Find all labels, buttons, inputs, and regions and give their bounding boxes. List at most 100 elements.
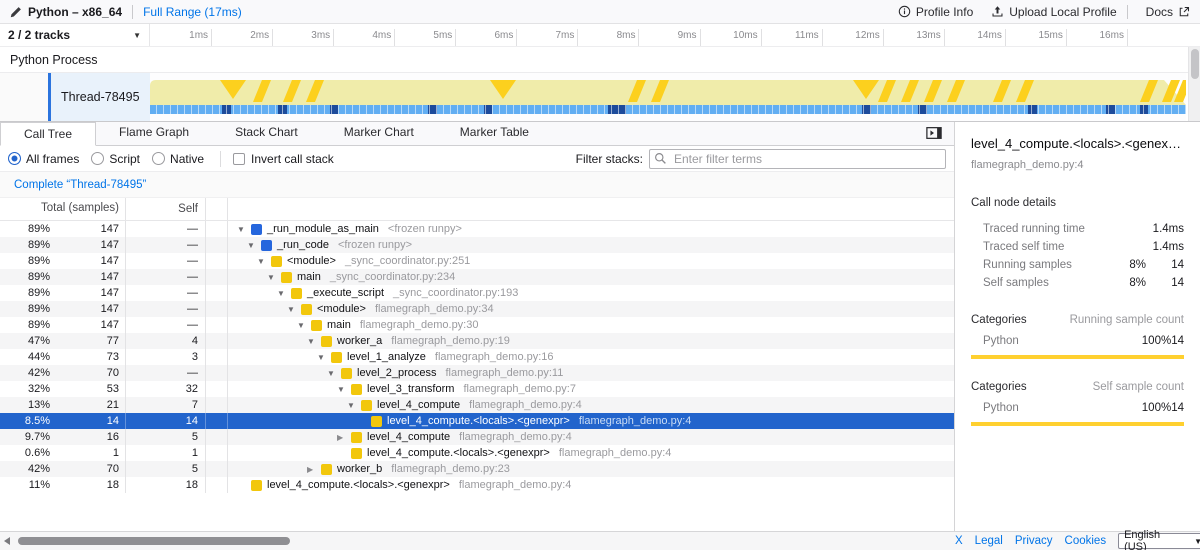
thread-activity-graph[interactable] [150,73,1186,121]
function-file: flamegraph_demo.py:4 [579,415,692,427]
function-file: flamegraph_demo.py:23 [391,463,510,475]
breadcrumb[interactable]: Complete “Thread-78495” [14,179,146,191]
radio-icon [91,152,104,165]
tracks-panel: Python Process Thread-78495 [0,47,1200,121]
tree-row[interactable]: 9.7%165▶level_4_computeflamegraph_demo.p… [0,429,954,445]
tree-row[interactable]: 11%1818▼level_4_compute.<locals>.<genexp… [0,477,954,493]
tracks-dropdown[interactable]: 2 / 2 tracks ▼ [0,24,150,46]
self-samples: 5 [125,429,205,445]
collapse-icon[interactable]: ▼ [297,321,311,330]
tab-flame-graph[interactable]: Flame Graph [96,121,212,145]
horizontal-scrollbar[interactable] [0,532,955,550]
time-tick: 9ms [700,29,701,46]
tree-row[interactable]: 8.5%1414▼level_4_compute.<locals>.<genex… [0,413,954,429]
category-square-yellow [341,368,352,379]
function-name: _run_code [277,239,329,251]
total-percent: 89% [28,271,50,283]
tab-stack-chart[interactable]: Stack Chart [212,121,321,145]
tree-row[interactable]: 42%705▶worker_bflamegraph_demo.py:23 [0,461,954,477]
track-indent [0,73,48,121]
footer-link-legal[interactable]: Legal [975,535,1003,547]
samples-bar[interactable] [150,105,1186,114]
footer-link-privacy[interactable]: Privacy [1015,535,1053,547]
profile-info-button[interactable]: Profile Info [898,5,973,19]
tree-row[interactable]: 13%217▼level_4_computeflamegraph_demo.py… [0,397,954,413]
chevron-down-icon: ▼ [133,31,141,40]
tree-row[interactable]: 32%5332▼level_3_transformflamegraph_demo… [0,381,954,397]
tree-row[interactable]: 0.6%11▼level_4_compute.<locals>.<genexpr… [0,445,954,461]
collapse-icon[interactable]: ▼ [267,273,281,282]
time-ruler[interactable]: 1ms2ms3ms4ms5ms6ms7ms8ms9ms10ms11ms12ms1… [150,24,1200,46]
tree-row[interactable]: 89%147—▼main_sync_coordinator.py:234 [0,269,954,285]
expand-icon[interactable]: ▶ [337,433,351,442]
process-track-header[interactable]: Python Process [0,47,1200,73]
time-tick: 11ms [822,29,823,46]
tree-row[interactable]: 89%147—▼_run_code<frozen runpy> [0,237,954,253]
collapse-icon[interactable]: ▼ [257,257,271,266]
footer-link-x[interactable]: X [955,535,963,547]
docs-button[interactable]: Docs [1146,5,1190,19]
tree-row[interactable]: 47%774▼worker_aflamegraph_demo.py:19 [0,333,954,349]
total-samples: 70 [107,463,119,475]
thread-track-label[interactable]: Thread-78495 [48,73,150,121]
collapse-icon[interactable]: ▼ [277,289,291,298]
edit-pencil-icon[interactable] [10,6,22,18]
total-samples: 18 [107,479,119,491]
time-tick: 13ms [944,29,945,46]
radio-script[interactable]: Script [91,152,140,166]
function-file: _sync_coordinator.py:251 [345,255,470,267]
function-name: level_4_compute.<locals>.<genexpr> [387,415,570,427]
tree-row[interactable]: 89%147—▼_run_module_as_main<frozen runpy… [0,221,954,237]
tree-row[interactable]: 89%147—▼<module>flamegraph_demo.py:34 [0,301,954,317]
info-icon [898,5,911,18]
tree-row[interactable]: 42%70—▼level_2_processflamegraph_demo.py… [0,365,954,381]
collapse-icon[interactable]: ▼ [327,369,341,378]
upload-profile-button[interactable]: Upload Local Profile [991,5,1116,19]
language-select[interactable]: English (US)▼ [1118,533,1200,549]
vertical-scrollbar-thumb[interactable] [1191,49,1199,79]
scroll-left-arrow-icon[interactable] [4,537,10,545]
function-name: level_2_process [357,367,437,379]
horizontal-scrollbar-thumb[interactable] [18,537,290,545]
category-bar [971,422,1184,426]
category-square-blue [261,240,272,251]
collapse-icon[interactable]: ▼ [337,385,351,394]
collapse-icon[interactable]: ▼ [347,401,361,410]
filter-stacks-input[interactable] [649,149,946,169]
tree-row[interactable]: 89%147—▼mainflamegraph_demo.py:30 [0,317,954,333]
sample-segment [1106,105,1115,114]
collapse-icon[interactable]: ▼ [307,337,321,346]
vertical-scrollbar[interactable] [1188,47,1200,121]
collapse-icon[interactable]: ▼ [317,353,331,362]
sidebar-toggle-icon[interactable] [926,126,942,143]
sample-segment [484,105,492,114]
collapse-icon[interactable]: ▼ [237,225,251,234]
time-tick: 3ms [333,29,334,46]
time-tick: 4ms [394,29,395,46]
time-tick: 10ms [761,29,762,46]
tree-row[interactable]: 89%147—▼_execute_script_sync_coordinator… [0,285,954,301]
radio-native[interactable]: Native [152,152,204,166]
radio-all-frames[interactable]: All frames [8,152,79,166]
category-square-yellow [291,288,302,299]
tab-call-tree[interactable]: Call Tree [0,122,96,146]
total-samples: 147 [101,319,119,331]
expand-icon[interactable]: ▶ [307,465,321,474]
tree-row[interactable]: 44%733▼level_1_analyzeflamegraph_demo.py… [0,349,954,365]
collapse-icon[interactable]: ▼ [247,241,261,250]
category-square-yellow [351,448,362,459]
sample-segment [1028,105,1037,114]
self-samples: — [125,237,205,253]
full-range-link[interactable]: Full Range (17ms) [143,5,242,19]
invert-call-stack-checkbox[interactable]: Invert call stack [233,152,334,166]
sample-segment [862,105,871,114]
column-header-self[interactable]: Self [125,198,205,220]
tree-row[interactable]: 89%147—▼<module>_sync_coordinator.py:251 [0,253,954,269]
detail-row: Traced running time1.4ms [971,220,1184,238]
sample-segment [608,105,626,114]
footer-link-cookies[interactable]: Cookies [1065,535,1107,547]
column-header-total[interactable]: Total (samples) [0,198,125,220]
tab-marker-chart[interactable]: Marker Chart [321,121,437,145]
tab-marker-table[interactable]: Marker Table [437,121,552,145]
collapse-icon[interactable]: ▼ [287,305,301,314]
